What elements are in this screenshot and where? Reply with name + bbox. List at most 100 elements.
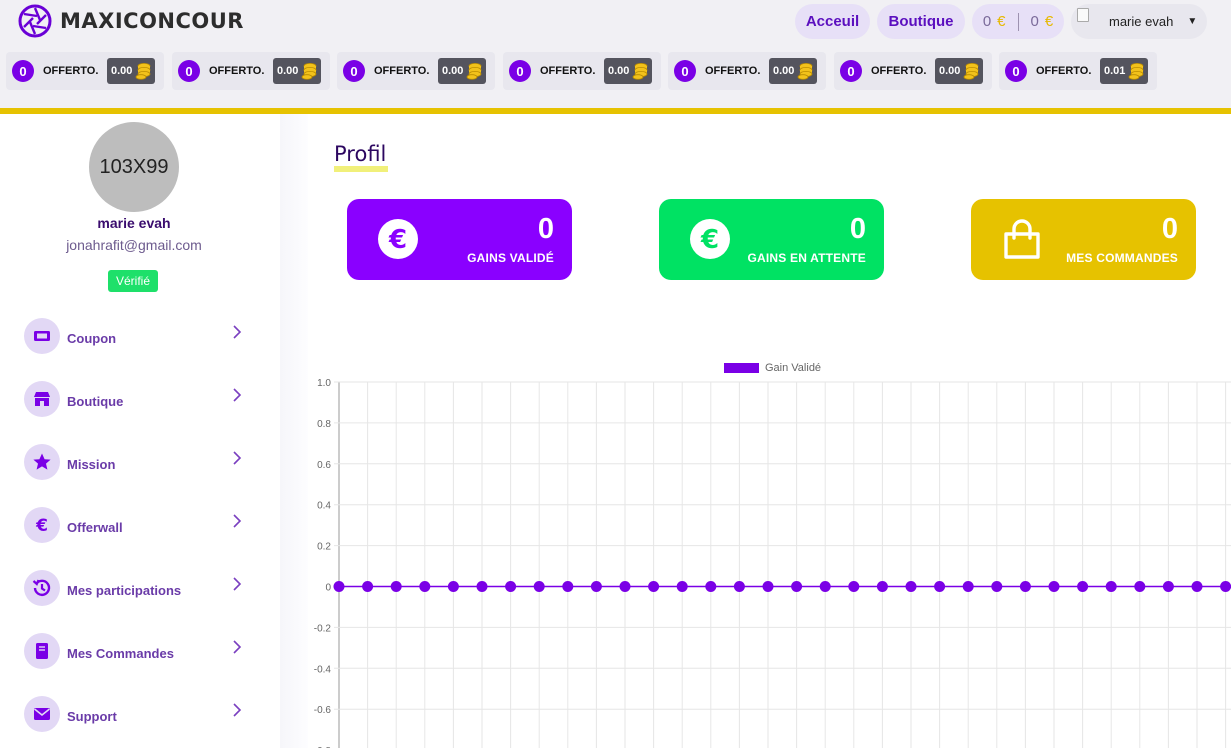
euro-icon: €: [1044, 13, 1054, 30]
offer-card[interactable]: 0 OFFERTO... 0.00: [337, 52, 495, 90]
data-point: [791, 581, 803, 592]
sidebar-item-label: Boutique: [67, 394, 124, 409]
sidebar: 103X99 marie evah jonahrafit@gmail.com V…: [0, 114, 280, 748]
sidebar-item-label: Mission: [67, 457, 116, 472]
coin-stack-icon: [302, 63, 317, 80]
user-menu-name: marie evah: [1109, 14, 1174, 29]
offer-amount: 0.00: [935, 58, 984, 84]
sidebar-item-mission[interactable]: Mission: [24, 442, 246, 482]
data-point: [991, 581, 1003, 592]
sidebar-item-support[interactable]: Support: [24, 694, 246, 734]
coin-stack-icon: [467, 63, 482, 80]
coin-stack-icon: [1129, 63, 1144, 80]
chevron-right-icon: [233, 703, 242, 717]
verified-badge: Vérifié: [108, 270, 159, 292]
offer-amount-value: 0.00: [442, 65, 464, 77]
offer-name: OFFERTO...: [1036, 65, 1092, 77]
offer-name: OFFERTO...: [43, 65, 99, 77]
user-menu-dropdown[interactable]: marie evah ▼: [1071, 4, 1207, 39]
envelope-icon: [24, 696, 60, 732]
chevron-right-icon: [233, 451, 242, 465]
data-point: [533, 581, 545, 592]
star-icon: [24, 444, 60, 480]
offer-amount-value: 0.00: [939, 65, 961, 77]
stat-card-orders[interactable]: 0 MES COMMANDES: [971, 199, 1196, 280]
sidebar-item-label: Support: [67, 709, 117, 724]
coin-stack-icon: [633, 63, 648, 80]
offer-count-badge: 0: [178, 60, 200, 82]
offer-card[interactable]: 0 OFFERTO... 0.00: [172, 52, 330, 90]
stat-value: 0: [537, 213, 554, 245]
sidebar-item-label: Coupon: [67, 331, 117, 346]
svg-text:€: €: [35, 516, 48, 535]
data-point: [705, 581, 717, 592]
data-point: [333, 581, 345, 592]
stat-value: 0: [849, 213, 866, 245]
offer-name: OFFERTO...: [540, 65, 596, 77]
offer-card[interactable]: 0 OFFERTO... 0.00: [503, 52, 661, 90]
user-avatar-broken-image-icon: [1077, 8, 1089, 22]
stat-label: MES COMMANDES: [1066, 251, 1178, 265]
stat-label: GAINS EN ATTENTE: [747, 251, 866, 265]
y-tick-label: -0.4: [314, 664, 332, 675]
data-point: [476, 581, 488, 592]
data-point: [733, 581, 745, 592]
offer-amount-value: 0.00: [277, 65, 299, 77]
data-point: [848, 581, 860, 592]
coin-stack-icon: [798, 63, 813, 80]
y-tick-label: -0.6: [314, 705, 332, 716]
offer-count-badge: 0: [840, 60, 862, 82]
sidebar-item-mes-commandes[interactable]: Mes Commandes: [24, 631, 246, 671]
data-point: [1077, 581, 1089, 592]
offer-amount-value: 0.01: [1104, 65, 1126, 77]
data-point: [962, 581, 974, 592]
chevron-right-icon: [233, 325, 242, 339]
chevron-right-icon: [233, 577, 242, 591]
shopping-bag-icon: [1004, 219, 1040, 259]
caret-down-icon: ▼: [1187, 16, 1198, 27]
offer-card[interactable]: 0 OFFERTO... 0.00: [6, 52, 164, 90]
coin-stack-icon: [964, 63, 979, 80]
nav-shop-button[interactable]: Boutique: [877, 4, 965, 39]
offer-card[interactable]: 0 OFFERTO... 0.00: [834, 52, 992, 90]
brand-logo[interactable]: MAXICONCOUR: [18, 4, 244, 38]
data-point: [676, 581, 688, 592]
sidebar-item-offerwall[interactable]: € Offerwall: [24, 505, 246, 545]
sidebar-item-mes-participations[interactable]: Mes participations: [24, 568, 246, 608]
legend-label: Gain Validé: [765, 362, 821, 374]
chevron-right-icon: [233, 640, 242, 654]
offer-amount-value: 0.00: [111, 65, 133, 77]
sidebar-item-coupon[interactable]: Coupon: [24, 316, 246, 356]
offer-card[interactable]: 0 OFFERTO... 0.01: [999, 52, 1157, 90]
wallet-secondary-value: 0: [1030, 13, 1039, 30]
sidebar-item-label: Offerwall: [67, 520, 123, 535]
offer-name: OFFERTO...: [705, 65, 761, 77]
offer-count-badge: 0: [343, 60, 365, 82]
data-point: [562, 581, 574, 592]
data-point: [1191, 581, 1203, 592]
chevron-right-icon: [233, 388, 242, 402]
wallet-balance[interactable]: 0 € 0 €: [972, 4, 1064, 39]
y-tick-label: 1.0: [317, 378, 331, 389]
y-tick-label: 0.8: [317, 419, 331, 430]
data-point: [819, 581, 831, 592]
sidebar-item-boutique[interactable]: Boutique: [24, 379, 246, 419]
stat-card-pending-gains[interactable]: € 0 GAINS EN ATTENTE: [659, 199, 884, 280]
data-point: [1220, 581, 1231, 592]
book-icon: [24, 633, 60, 669]
sidebar-item-label: Mes Commandes: [67, 646, 174, 661]
y-tick-label: 0: [325, 583, 331, 594]
offer-count-badge: 0: [674, 60, 696, 82]
brand-name: MAXICONCOUR: [60, 9, 244, 33]
data-point: [390, 581, 402, 592]
nav-home-button[interactable]: Acceuil: [795, 4, 870, 39]
offer-name: OFFERTO...: [209, 65, 265, 77]
offer-amount-value: 0.00: [608, 65, 630, 77]
chevron-right-icon: [233, 514, 242, 528]
offer-card[interactable]: 0 OFFERTO... 0.00: [668, 52, 826, 90]
stat-card-validated-gains[interactable]: € 0 GAINS VALIDÉ: [347, 199, 572, 280]
offer-amount: 0.01: [1100, 58, 1149, 84]
sidebar-edge: [280, 114, 308, 748]
offer-count-badge: 0: [1005, 60, 1027, 82]
data-point: [590, 581, 602, 592]
